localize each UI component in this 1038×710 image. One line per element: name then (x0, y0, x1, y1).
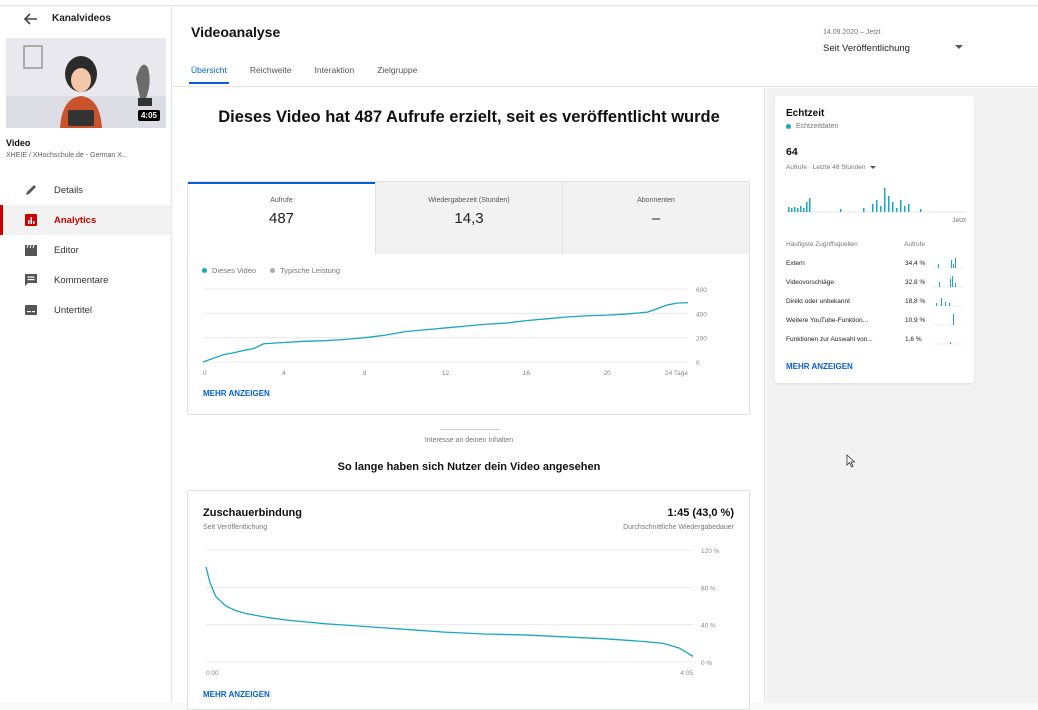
metric-tab-subscribers[interactable]: Abonnenten – (562, 182, 749, 254)
sources-header: Häufigste Zugriffsquellen Aufrufe (786, 241, 925, 248)
realtime-live-label: Echtzeitdaten (786, 123, 838, 130)
realtime-count: 64 (786, 146, 798, 158)
retention-line-chart: 120 % 80 % 40 % 0 % 0:00 4:05 (205, 548, 720, 677)
sidebar-item-label: Details (54, 184, 84, 196)
date-range-dropdown[interactable]: 14.09.2020 – Jetzt Seit Veröffentlichung (809, 23, 963, 63)
source-sparkline (933, 298, 963, 307)
x-tick-label: 24 Tage (665, 370, 688, 377)
x-tick-label: 4:05 (680, 670, 693, 677)
y-tick-label: 0 % (701, 660, 712, 667)
x-tick-label: 12 (442, 370, 450, 377)
tab-overview[interactable]: Übersicht (189, 65, 229, 84)
x-tick-label: 0 (203, 370, 207, 377)
tab-bar: Übersicht Reichweite Interaktion Zielgru… (189, 65, 440, 84)
y-tick-label: 0 (696, 360, 700, 367)
sidebar-item-comments[interactable]: Kommentare (0, 265, 172, 295)
realtime-card: Echtzeit Echtzeitdaten 64 Aufrufe · Letz… (775, 96, 974, 383)
x-tick-label: 8 (363, 370, 367, 377)
views-line-chart: 600 400 200 0 0 4 8 12 16 20 24 Tage (202, 287, 707, 377)
chevron-down-icon (869, 166, 876, 169)
y-tick-label: 400 (696, 311, 707, 318)
x-tick-label: 16 (523, 370, 531, 377)
date-range-text: 14.09.2020 – Jetzt (823, 29, 881, 36)
retention-subtitle: Seit Veröffentlichung (203, 524, 268, 531)
sidebar-item-editor[interactable]: Editor (0, 235, 172, 265)
realtime-period-dropdown[interactable]: Aufrufe · Letzte 48 Stunden (786, 164, 876, 171)
legend-item-typical: Typische Leistung (270, 266, 340, 275)
metric-value: 14,3 (454, 210, 484, 227)
tab-audience[interactable]: Zielgruppe (377, 65, 417, 84)
retention-title: Zuschauerbindung (203, 507, 302, 519)
metric-value: – (651, 210, 661, 227)
comment-icon (25, 274, 37, 286)
back-arrow-icon[interactable] (22, 10, 40, 28)
retention-value-label: Durchschnittliche Wiedergabedauer (623, 524, 734, 531)
realtime-now-label: Jetzt (952, 217, 966, 224)
section-divider (440, 429, 500, 430)
mouse-cursor-icon (846, 454, 856, 468)
headline: Dieses Video hat 487 Aufrufe erzielt, se… (218, 108, 720, 126)
pencil-icon (26, 185, 36, 195)
video-thumbnail[interactable]: 4:05 (6, 38, 166, 128)
sidebar-item-subtitles[interactable]: Untertitel (0, 295, 172, 325)
retention-card: Zuschauerbindung Seit Veröffentlichung 1… (187, 490, 750, 710)
x-tick-label: 4 (282, 370, 286, 377)
thumbnail-duration: 4:05 (137, 110, 160, 121)
x-tick-label: 20 (604, 370, 612, 377)
source-sparkline (933, 342, 963, 345)
sidebar-title: Kanalvideos (52, 13, 111, 24)
views-card: Aufrufe 487 Wiedergabezeit (Stunden) 14,… (187, 181, 750, 415)
sidebar-item-label: Editor (54, 244, 79, 256)
source-row: Funktionen zur Auswahl von... 1,6 % (786, 336, 966, 352)
metric-tab-watchtime[interactable]: Wiedergabezeit (Stunden) 14,3 (375, 182, 562, 254)
channel-name: XHEIE / XHochschule.de - German X... (6, 152, 128, 159)
tab-reach[interactable]: Reichweite (250, 65, 292, 84)
y-tick-label: 120 % (701, 548, 720, 555)
metric-label: Aufrufe (270, 197, 293, 204)
subtitles-icon (25, 305, 37, 315)
y-tick-label: 600 (696, 287, 707, 294)
series-line (205, 566, 694, 657)
sidebar-item-label: Kommentare (54, 274, 109, 286)
more-link[interactable]: MEHR ANZEIGEN (203, 389, 270, 398)
clapper-icon (25, 244, 37, 256)
y-tick-label: 40 % (701, 623, 716, 630)
chart-legend: Dieses Video Typische Leistung (202, 266, 354, 275)
sidebar-item-label: Analytics (54, 214, 97, 226)
realtime-more-link[interactable]: MEHR ANZEIGEN (786, 362, 853, 371)
metric-tab-views[interactable]: Aufrufe 487 (188, 182, 375, 254)
chevron-down-icon (955, 45, 963, 49)
page-header: Videoanalyse Übersicht Reichweite Intera… (173, 7, 1038, 87)
more-link[interactable]: MEHR ANZEIGEN (203, 690, 270, 699)
sidebar-item-details[interactable]: Details (0, 175, 172, 205)
metric-label: Wiedergabezeit (Stunden) (428, 197, 510, 204)
tab-engagement[interactable]: Interaktion (314, 65, 354, 84)
video-label: Video (6, 138, 31, 148)
x-tick-label: 0:00 (206, 670, 219, 677)
legend-item-this-video: Dieses Video (202, 266, 256, 275)
metric-tabs: Aufrufe 487 Wiedergabezeit (Stunden) 14,… (188, 182, 749, 254)
date-selection: Seit Veröffentlichung (823, 43, 910, 54)
metric-value: 487 (268, 210, 295, 227)
page-title: Videoanalyse (191, 24, 281, 40)
sidebar-item-label: Untertitel (54, 304, 93, 316)
section-title: So lange haben sich Nutzer dein Video an… (337, 461, 601, 473)
realtime-title: Echtzeit (786, 108, 825, 119)
realtime-bar-chart (786, 188, 966, 213)
metric-label: Abonnenten (637, 197, 675, 204)
section-subtitle: Interesse an deinen Inhalten (424, 437, 514, 444)
source-sparkline (933, 314, 963, 326)
top-bar (0, 0, 1038, 6)
source-sparkline (933, 258, 963, 269)
main-content: Dieses Video hat 487 Aufrufe erzielt, se… (173, 88, 765, 710)
retention-value: 1:45 (43,0 %) (667, 507, 734, 519)
analytics-icon (25, 214, 37, 226)
y-tick-label: 80 % (701, 585, 716, 592)
y-tick-label: 200 (696, 336, 707, 343)
app-window: Kanalvideos 4:05 Video XHEIE / XHochschu… (0, 0, 1038, 710)
sidebar-item-analytics[interactable]: Analytics (0, 205, 172, 235)
source-sparkline (933, 276, 963, 288)
series-line (202, 302, 689, 363)
